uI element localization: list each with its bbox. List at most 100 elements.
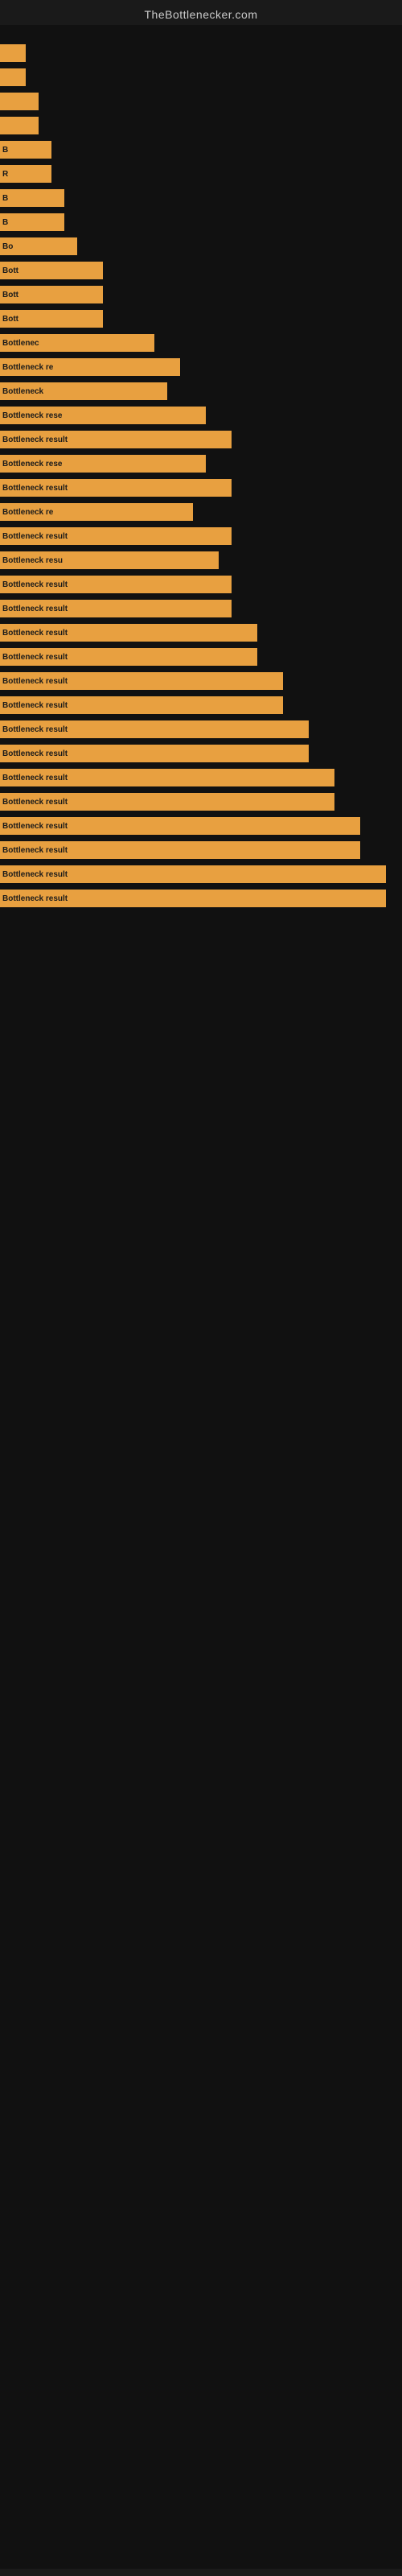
bar-fill: B	[0, 189, 64, 207]
bar-fill: Bottleneck	[0, 382, 167, 400]
bar-fill	[0, 117, 39, 134]
bar-fill: Bottleneck resu	[0, 551, 219, 569]
bar-row: Bottleneck result	[0, 741, 402, 766]
bar-row: R	[0, 162, 402, 186]
bar-row: Bo	[0, 234, 402, 258]
bar-row: Bottleneck result	[0, 572, 402, 597]
bar-fill	[0, 93, 39, 110]
bar-row: Bottleneck result	[0, 669, 402, 693]
bar-row: Bottleneck result	[0, 886, 402, 910]
bar-label-text: Bottleneck resu	[0, 556, 63, 565]
bar-label-text: Bottleneck result	[0, 894, 68, 903]
bar-fill: Bottleneck result	[0, 696, 283, 714]
bar-row: Bott	[0, 258, 402, 283]
bar-fill: Bottleneck result	[0, 745, 309, 762]
site-title: TheBottlenecker.com	[0, 0, 402, 25]
bar-fill: R	[0, 165, 51, 183]
bar-label-text: Bottleneck result	[0, 749, 68, 758]
bar-row: Bottleneck result	[0, 717, 402, 741]
bar-fill	[0, 44, 26, 62]
bar-row: B	[0, 210, 402, 234]
bar-fill: Bo	[0, 237, 77, 255]
bar-row: Bottlenec	[0, 331, 402, 355]
bar-fill: Bottleneck result	[0, 600, 232, 617]
bar-row: Bottleneck result	[0, 814, 402, 838]
bar-fill: Bott	[0, 262, 103, 279]
bar-label-text: Bottlenec	[0, 339, 39, 348]
bar-label-text: Bottleneck result	[0, 822, 68, 831]
bar-label-text: Bottleneck result	[0, 532, 68, 541]
bar-label-text: Bottleneck result	[0, 725, 68, 734]
bar-row	[0, 65, 402, 89]
bar-label-text: Bottleneck re	[0, 508, 53, 517]
bar-row: Bottleneck	[0, 379, 402, 403]
bar-row: Bott	[0, 307, 402, 331]
bar-row: Bottleneck result	[0, 645, 402, 669]
bar-row	[0, 41, 402, 65]
bar-fill: Bott	[0, 310, 103, 328]
bar-label-text: Bottleneck result	[0, 846, 68, 855]
bar-label-text: Bottleneck rese	[0, 460, 62, 469]
bar-label-text: Bottleneck	[0, 387, 43, 396]
bar-fill: Bottleneck result	[0, 624, 257, 642]
bar-label-text: Bottleneck result	[0, 870, 68, 879]
bar-fill: Bottleneck result	[0, 479, 232, 497]
bar-fill: Bottleneck rese	[0, 455, 206, 473]
bar-fill: Bottleneck rese	[0, 407, 206, 424]
bar-row: Bottleneck result	[0, 597, 402, 621]
bar-fill: Bottleneck result	[0, 865, 386, 883]
bar-fill: Bottleneck re	[0, 358, 180, 376]
bar-label-text: Bottleneck result	[0, 653, 68, 662]
bar-label-text: Bottleneck result	[0, 484, 68, 493]
bar-fill: B	[0, 213, 64, 231]
bar-label-text: Bott	[0, 291, 18, 299]
bar-label-text: Bottleneck result	[0, 629, 68, 638]
bar-row: Bottleneck result	[0, 524, 402, 548]
bar-fill: Bottleneck result	[0, 817, 360, 835]
bar-label-text: Bottleneck result	[0, 436, 68, 444]
bar-label-text: Bottleneck re	[0, 363, 53, 372]
bar-fill: Bottleneck result	[0, 648, 257, 666]
bar-row	[0, 114, 402, 138]
bar-fill: Bottleneck result	[0, 431, 232, 448]
bar-fill: Bottleneck result	[0, 793, 334, 811]
bar-row: B	[0, 186, 402, 210]
bar-row: Bott	[0, 283, 402, 307]
bar-fill: Bottleneck result	[0, 890, 386, 907]
bar-row: B	[0, 138, 402, 162]
bar-label-text: B	[0, 194, 8, 203]
bar-row: Bottleneck result	[0, 427, 402, 452]
bar-fill: Bottleneck result	[0, 576, 232, 593]
bar-row: Bottleneck result	[0, 476, 402, 500]
bar-label-text: Bott	[0, 315, 18, 324]
bar-fill: Bottleneck result	[0, 720, 309, 738]
bar-label-text: Bottleneck result	[0, 580, 68, 589]
bar-label-text: Bottleneck result	[0, 677, 68, 686]
bar-label-text: B	[0, 146, 8, 155]
bar-fill: Bottleneck result	[0, 527, 232, 545]
bar-row: Bottleneck result	[0, 766, 402, 790]
bar-row	[0, 89, 402, 114]
chart-container: B R B B Bo Bott Bott Bott Bottlenec Bottleneck re…	[0, 25, 402, 2569]
bar-label-text: Bott	[0, 266, 18, 275]
bar-label-text: Bottleneck result	[0, 798, 68, 807]
bar-label-text: B	[0, 218, 8, 227]
bar-fill: Bottleneck result	[0, 841, 360, 859]
bar-label-text: Bottleneck rese	[0, 411, 62, 420]
bar-label-text: Bottleneck result	[0, 774, 68, 782]
bar-row: Bottleneck result	[0, 621, 402, 645]
bar-fill: Bott	[0, 286, 103, 303]
bar-fill: Bottleneck result	[0, 672, 283, 690]
bar-row: Bottleneck rese	[0, 403, 402, 427]
bar-label-text: R	[0, 170, 8, 179]
bar-row: Bottleneck result	[0, 838, 402, 862]
bar-row: Bottleneck resu	[0, 548, 402, 572]
bar-fill: Bottleneck re	[0, 503, 193, 521]
bar-label-text: Bo	[0, 242, 13, 251]
bar-row: Bottleneck rese	[0, 452, 402, 476]
bar-fill: Bottlenec	[0, 334, 154, 352]
bar-fill	[0, 68, 26, 86]
bar-row: Bottleneck re	[0, 355, 402, 379]
bar-row: Bottleneck result	[0, 862, 402, 886]
bar-label-text: Bottleneck result	[0, 701, 68, 710]
